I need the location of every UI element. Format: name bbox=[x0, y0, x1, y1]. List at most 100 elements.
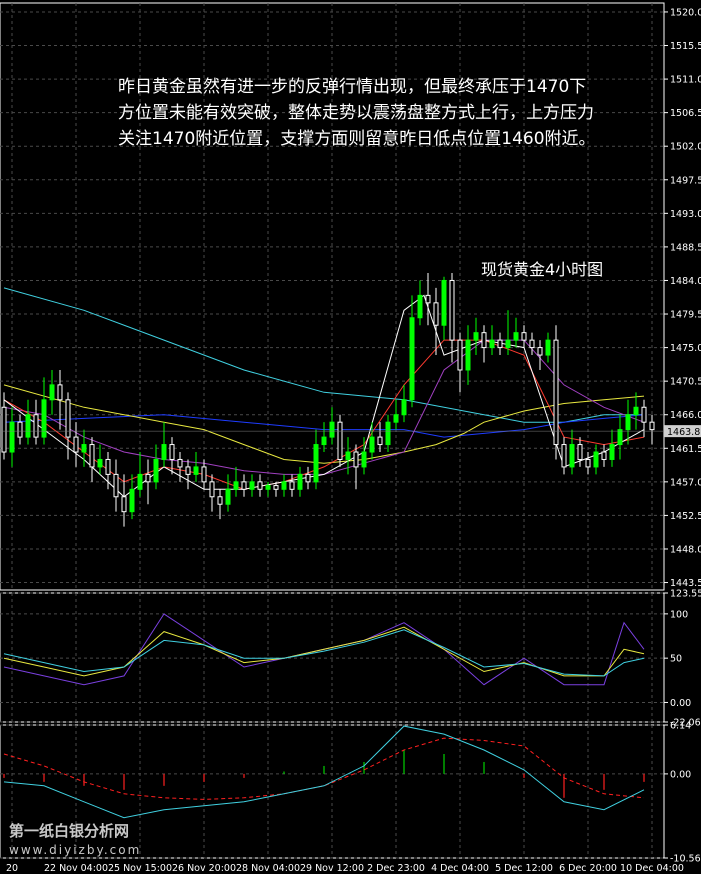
price-y-tick-label: 1452.5 bbox=[670, 511, 701, 522]
x-tick-label: 25 Nov 15:00 bbox=[108, 863, 172, 874]
candle-body bbox=[353, 451, 359, 468]
candle-body bbox=[601, 451, 607, 460]
candle-body bbox=[17, 421, 23, 438]
osc-y-tick-label: 50 bbox=[670, 654, 682, 665]
price-y-tick-label: 1466.0 bbox=[670, 410, 701, 421]
candle-body bbox=[433, 302, 439, 326]
price-y-tick-label: 1475.0 bbox=[670, 343, 701, 354]
candle-body bbox=[521, 332, 527, 341]
osc-y-tick-label: 100 bbox=[670, 609, 688, 620]
candle-body bbox=[185, 466, 191, 475]
x-tick-label: 28 Nov 04:00 bbox=[236, 863, 300, 874]
candle-body bbox=[577, 444, 583, 460]
candle-body bbox=[97, 458, 103, 468]
candle-body bbox=[177, 458, 183, 468]
candle-body bbox=[137, 473, 143, 490]
price-y-tick-label: 1493.0 bbox=[670, 209, 701, 220]
candle-body bbox=[369, 436, 375, 453]
candle-body bbox=[329, 421, 335, 438]
chart-subtitle: 现货黄金4小时图 bbox=[481, 260, 604, 279]
candle-body bbox=[193, 466, 199, 475]
candle-body bbox=[201, 466, 207, 483]
candle-body bbox=[537, 347, 543, 356]
watermark: 第一纸白银分析网 www.diyizby.com bbox=[9, 820, 141, 857]
price-y-tick-label: 1484.0 bbox=[670, 276, 701, 287]
candle-body bbox=[513, 332, 519, 341]
candle-body bbox=[305, 473, 311, 483]
candle-body bbox=[385, 421, 391, 446]
candle-body bbox=[569, 444, 575, 468]
candle-body bbox=[225, 488, 231, 505]
price-y-tick-label: 1520.0 bbox=[670, 7, 701, 18]
candle-body bbox=[65, 399, 71, 438]
x-tick-label: 5 Dec 12:00 bbox=[495, 863, 553, 874]
candle-body bbox=[625, 414, 631, 431]
candle-body bbox=[273, 485, 279, 490]
x-tick-label: 29 Nov 12:00 bbox=[300, 863, 364, 874]
candle-body bbox=[505, 339, 511, 349]
candle-body bbox=[441, 279, 447, 326]
candle-body bbox=[545, 339, 551, 356]
candle-body bbox=[49, 384, 55, 401]
candle-body bbox=[361, 451, 367, 468]
price-y-tick-label: 1448.0 bbox=[670, 544, 701, 555]
candle-body bbox=[321, 436, 327, 446]
candle-body bbox=[313, 444, 319, 483]
candle-body bbox=[393, 414, 399, 423]
macd-y-tick-label: 0.00 bbox=[670, 769, 691, 780]
candle-body bbox=[337, 421, 343, 460]
candle-body bbox=[377, 436, 383, 446]
candle-body bbox=[161, 444, 167, 460]
candle-body bbox=[593, 451, 599, 468]
x-tick-label: 4 Dec 04:00 bbox=[431, 863, 489, 874]
candle-body bbox=[25, 414, 31, 438]
candle-body bbox=[33, 414, 39, 438]
x-tick-label: 6 Dec 20:00 bbox=[559, 863, 617, 874]
candle-body bbox=[481, 332, 487, 349]
candle-body bbox=[297, 473, 303, 490]
current-price-label: 1463.8 bbox=[667, 427, 700, 438]
candle-body bbox=[561, 444, 567, 468]
candle-body bbox=[153, 458, 159, 483]
candle-body bbox=[641, 406, 647, 423]
x-tick-label: 10 Dec 04:00 bbox=[620, 863, 684, 874]
x-tick-label: 26 Nov 20:00 bbox=[172, 863, 236, 874]
candle-body bbox=[57, 384, 63, 401]
candle-body bbox=[609, 444, 615, 460]
candle-body bbox=[289, 481, 295, 490]
x-tick-label: 22 Nov 04:00 bbox=[44, 863, 108, 874]
osc-y-tick-label: 0.00 bbox=[670, 698, 691, 709]
candle-body bbox=[529, 339, 535, 349]
price-y-tick-label: 1470.5 bbox=[670, 377, 701, 388]
price-y-tick-label: 1511.0 bbox=[670, 75, 701, 86]
candle-body bbox=[585, 458, 591, 468]
x-tick-label: 2 Dec 23:00 bbox=[367, 863, 425, 874]
candle-body bbox=[169, 444, 175, 460]
candle-body bbox=[9, 421, 15, 453]
candle-body bbox=[409, 317, 415, 401]
candle-body bbox=[617, 429, 623, 446]
candle-body bbox=[417, 294, 423, 319]
candle-body bbox=[73, 436, 79, 453]
price-y-tick-label: 1515.5 bbox=[670, 41, 701, 52]
watermark-url: www.diyizby.com bbox=[9, 843, 142, 857]
candle-body bbox=[489, 339, 495, 349]
candle-body bbox=[209, 481, 215, 498]
watermark-name: 第一纸白银分析网 bbox=[9, 822, 130, 840]
price-y-tick-label: 1502.0 bbox=[670, 142, 701, 153]
candle-body bbox=[265, 485, 271, 490]
candle-body bbox=[129, 488, 135, 513]
candle-body bbox=[257, 481, 263, 490]
candle-body bbox=[281, 481, 287, 490]
candle-body bbox=[81, 444, 87, 453]
candle-body bbox=[345, 451, 351, 460]
candle-body bbox=[465, 339, 471, 371]
candle-body bbox=[233, 481, 239, 490]
osc-y-tick-label: 123.557 bbox=[670, 589, 701, 600]
candle-body bbox=[649, 421, 655, 431]
macd-y-tick-label: -10.56 bbox=[670, 854, 701, 865]
candle-body bbox=[145, 473, 151, 483]
candle-body bbox=[105, 458, 111, 475]
x-tick-label: 20 bbox=[6, 863, 18, 874]
macd-y-tick-label: 6.14 bbox=[670, 721, 691, 732]
